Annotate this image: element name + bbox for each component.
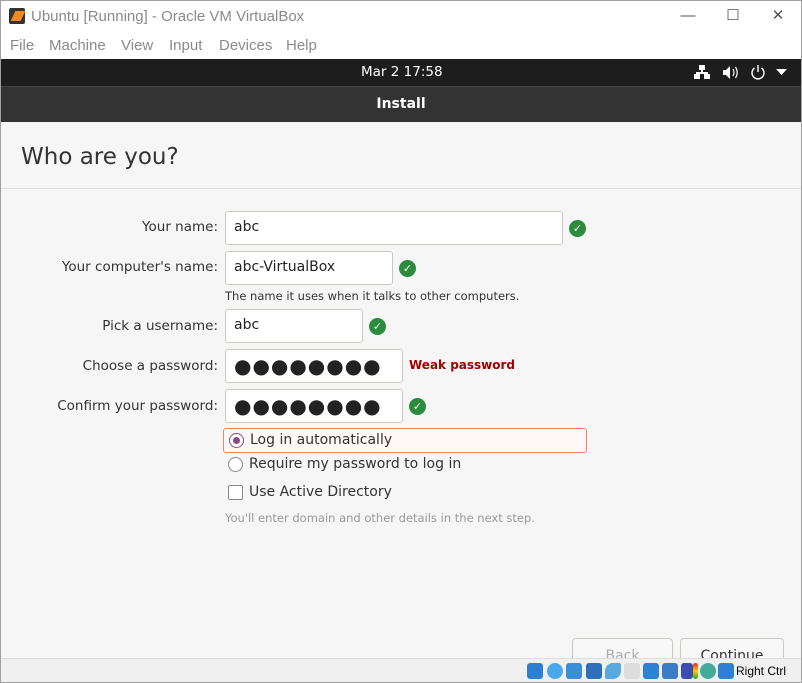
menu-view[interactable]: View bbox=[121, 37, 153, 54]
radio-label: Require my password to log in bbox=[249, 456, 462, 472]
login-automatically-radio[interactable]: Log in automatically bbox=[223, 428, 587, 453]
volume-icon[interactable] bbox=[723, 65, 739, 80]
network-icon[interactable] bbox=[694, 65, 710, 80]
password-strength: Weak password bbox=[409, 358, 516, 372]
power-icon[interactable] bbox=[750, 64, 766, 80]
page-title: Who are you? bbox=[21, 144, 179, 170]
video-capture-icon[interactable] bbox=[662, 663, 678, 679]
check-icon: ✓ bbox=[569, 220, 586, 237]
installer-content: Who are you? Your name: abc ✓ Your compu… bbox=[1, 122, 801, 674]
display-icon[interactable] bbox=[643, 663, 659, 679]
menu-devices[interactable]: Devices bbox=[219, 37, 272, 54]
minimize-button[interactable]: — bbox=[673, 5, 703, 27]
checkbox-icon[interactable] bbox=[228, 485, 243, 500]
active-directory-checkbox[interactable]: Use Active Directory bbox=[223, 481, 392, 506]
active-directory-hint: You'll enter domain and other details in… bbox=[225, 511, 535, 525]
radio-icon[interactable] bbox=[228, 457, 243, 472]
radio-selected-icon[interactable] bbox=[229, 433, 244, 448]
require-password-radio[interactable]: Require my password to log in bbox=[223, 453, 461, 478]
your-name-label: Your name: bbox=[142, 219, 218, 235]
virtualbox-logo-icon bbox=[9, 8, 25, 24]
mouse-integration-icon[interactable] bbox=[700, 663, 716, 679]
radio-label: Log in automatically bbox=[250, 432, 393, 448]
menu-bar: File Machine View Input Devices Help bbox=[1, 31, 801, 59]
audio-icon[interactable] bbox=[566, 663, 582, 679]
status-bar: Right Ctrl bbox=[1, 658, 801, 682]
password-input[interactable]: ●●●●●●●● bbox=[225, 349, 403, 383]
divider bbox=[1, 188, 801, 189]
virtualbox-window: Ubuntu [Running] - Oracle VM VirtualBox … bbox=[0, 0, 802, 683]
check-icon: ✓ bbox=[399, 260, 416, 277]
close-button[interactable]: ✕ bbox=[763, 5, 793, 27]
hard-disk-icon[interactable] bbox=[527, 663, 543, 679]
optical-drive-icon[interactable] bbox=[547, 663, 563, 679]
usb-icon[interactable] bbox=[605, 663, 621, 679]
keyboard-capture-icon[interactable] bbox=[718, 663, 734, 679]
checkbox-label: Use Active Directory bbox=[249, 484, 392, 500]
menu-help[interactable]: Help bbox=[286, 37, 317, 54]
your-name-input[interactable]: abc bbox=[225, 211, 563, 245]
check-icon: ✓ bbox=[369, 318, 386, 335]
installer-header: Install bbox=[1, 86, 801, 122]
cpu-activity-icon bbox=[693, 663, 698, 679]
check-icon: ✓ bbox=[409, 398, 426, 415]
shared-folders-icon[interactable] bbox=[624, 663, 640, 679]
menu-file[interactable]: File bbox=[10, 37, 34, 54]
confirm-password-label: Confirm your password: bbox=[57, 398, 218, 414]
confirm-password-input[interactable]: ●●●●●●●● bbox=[225, 389, 403, 423]
host-key-label: Right Ctrl bbox=[736, 664, 787, 678]
dropdown-icon[interactable] bbox=[776, 69, 787, 76]
virtualization-icon[interactable] bbox=[681, 663, 693, 679]
menu-input[interactable]: Input bbox=[169, 37, 202, 54]
ubuntu-top-bar: Mar 2 17:58 bbox=[1, 59, 801, 86]
maximize-button[interactable]: ☐ bbox=[718, 5, 748, 27]
menu-machine[interactable]: Machine bbox=[49, 37, 106, 54]
computer-name-input[interactable]: abc-VirtualBox bbox=[225, 251, 393, 285]
computer-name-hint: The name it uses when it talks to other … bbox=[225, 289, 520, 303]
clock[interactable]: Mar 2 17:58 bbox=[361, 64, 443, 80]
password-label: Choose a password: bbox=[82, 358, 218, 374]
window-title: Ubuntu [Running] - Oracle VM VirtualBox bbox=[31, 8, 305, 25]
username-label: Pick a username: bbox=[102, 318, 218, 334]
computer-name-label: Your computer's name: bbox=[61, 259, 218, 275]
network-adapter-icon[interactable] bbox=[586, 663, 602, 679]
username-input[interactable]: abc bbox=[225, 309, 363, 343]
title-bar: Ubuntu [Running] - Oracle VM VirtualBox … bbox=[1, 1, 801, 31]
